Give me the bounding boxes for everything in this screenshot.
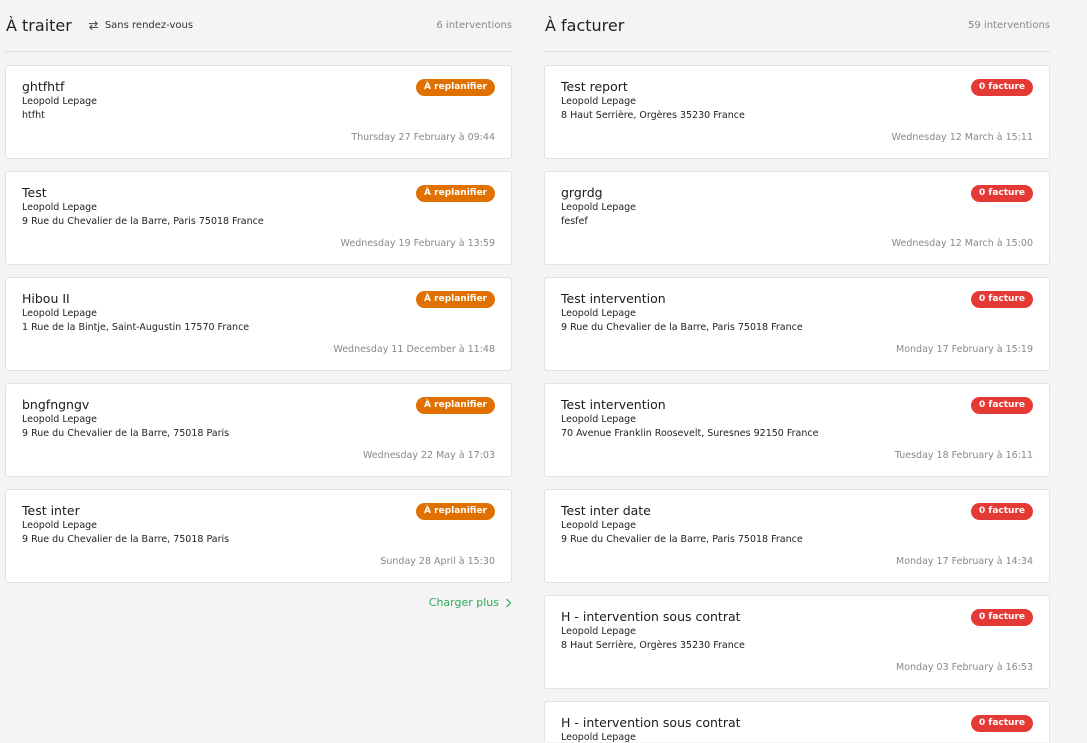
intervention-card[interactable]: H - intervention sous contrat Leopold Le… [544,701,1050,743]
card-client: Leopold Lepage [22,308,98,319]
card-title: Test inter [22,503,80,518]
card-address: htfht [22,110,45,121]
intervention-card[interactable]: Test Leopold Lepage 9 Rue du Chevalier d… [5,171,512,265]
status-badge: À replanifier [416,503,495,520]
card-client: Leopold Lepage [561,414,637,425]
sans-rendez-vous-toggle[interactable]: Sans rendez-vous [88,20,193,31]
card-title: Test inter date [561,503,651,518]
load-more-label: Charger plus [428,596,499,609]
invoice-badge: 0 facture [971,185,1033,202]
card-client: Leopold Lepage [561,202,637,213]
chevron-right-icon [506,598,512,607]
card-title: Test report [561,79,628,94]
status-badge: À replanifier [416,79,495,96]
card-client: Leopold Lepage [561,626,637,637]
card-client: Leopold Lepage [561,520,637,531]
intervention-card[interactable]: grgrdg Leopold Lepage fesfef Wednesday 1… [544,171,1050,265]
intervention-card[interactable]: Test intervention Leopold Lepage 9 Rue d… [544,277,1050,371]
status-badge: À replanifier [416,185,495,202]
card-date: Wednesday 12 March à 15:11 [891,132,1033,143]
card-title: Hibou II [22,291,70,306]
card-client: Leopold Lepage [22,96,98,107]
card-client: Leopold Lepage [22,414,98,425]
card-date: Monday 17 February à 14:34 [896,556,1033,567]
column-title: À traiter [6,16,72,35]
card-client: Leopold Lepage [561,96,637,107]
intervention-card[interactable]: Test inter date Leopold Lepage 9 Rue du … [544,489,1050,583]
card-title: H - intervention sous contrat [561,715,741,730]
column-header: À facturer 59 interventions [544,0,1050,52]
card-client: Leopold Lepage [561,308,637,319]
intervention-card[interactable]: Test report Leopold Lepage 8 Haut Serriè… [544,65,1050,159]
card-date: Wednesday 12 March à 15:00 [891,238,1033,249]
card-date: Monday 03 February à 16:53 [896,662,1033,673]
invoice-badge: 0 facture [971,715,1033,732]
card-client: Leopold Lepage [22,202,98,213]
card-address: 8 Haut Serrière, Orgères 35230 France [561,110,745,121]
card-address: 9 Rue du Chevalier de la Barre, Paris 75… [22,216,264,227]
card-date: Sunday 28 April à 15:30 [380,556,495,567]
intervention-card[interactable]: Hibou II Leopold Lepage 1 Rue de la Bint… [5,277,512,371]
intervention-count: 59 interventions [968,20,1050,31]
card-date: Tuesday 18 February à 16:11 [894,450,1033,461]
swap-arrows-icon [88,21,98,30]
card-title: Test [22,185,47,200]
card-date: Monday 17 February à 15:19 [896,344,1033,355]
card-title: H - intervention sous contrat [561,609,741,624]
card-address: fesfef [561,216,588,227]
card-client: Leopold Lepage [561,732,637,743]
card-title: bngfngngv [22,397,90,412]
card-date: Wednesday 22 May à 17:03 [362,450,495,461]
intervention-card[interactable]: bngfngngv Leopold Lepage 9 Rue du Cheval… [5,383,512,477]
card-date: Thursday 27 February à 09:44 [351,132,495,143]
card-address: 70 Avenue Franklin Roosevelt, Suresnes 9… [561,428,819,439]
invoice-badge: 0 facture [971,397,1033,414]
card-client: Leopold Lepage [22,520,98,531]
column-a-traiter: À traiter Sans rendez-vous 6 interventio… [5,0,512,609]
card-address: 9 Rue du Chevalier de la Barre, 75018 Pa… [22,428,230,439]
status-badge: À replanifier [416,291,495,308]
intervention-card[interactable]: ghtfhtf Leopold Lepage htfht Thursday 27… [5,65,512,159]
load-more-button[interactable]: Charger plus [429,596,512,609]
status-badge: À replanifier [416,397,495,414]
invoice-badge: 0 facture [971,79,1033,96]
card-title: grgrdg [561,185,603,200]
column-header: À traiter Sans rendez-vous 6 interventio… [5,0,512,52]
invoice-badge: 0 facture [971,609,1033,626]
card-title: Test intervention [561,291,666,306]
card-address: 9 Rue du Chevalier de la Barre, Paris 75… [561,322,803,333]
card-title: ghtfhtf [22,79,65,94]
intervention-card[interactable]: H - intervention sous contrat Leopold Le… [544,595,1050,689]
card-address: 9 Rue du Chevalier de la Barre, Paris 75… [561,534,803,545]
intervention-count: 6 interventions [436,20,512,31]
column-title: À facturer [545,16,625,35]
card-title: Test intervention [561,397,666,412]
invoice-badge: 0 facture [971,503,1033,520]
toggle-label: Sans rendez-vous [104,20,194,31]
card-address: 1 Rue de la Bintje, Saint-Augustin 17570… [22,322,250,333]
column-a-facturer: À facturer 59 interventions Test report … [544,0,1050,743]
intervention-card[interactable]: Test intervention Leopold Lepage 70 Aven… [544,383,1050,477]
intervention-card[interactable]: Test inter Leopold Lepage 9 Rue du Cheva… [5,489,512,583]
invoice-badge: 0 facture [971,291,1033,308]
card-address: 8 Haut Serrière, Orgères 35230 France [561,640,745,651]
card-address: 9 Rue du Chevalier de la Barre, 75018 Pa… [22,534,230,545]
card-date: Wednesday 11 December à 11:48 [333,344,495,355]
card-date: Wednesday 19 February à 13:59 [340,238,495,249]
